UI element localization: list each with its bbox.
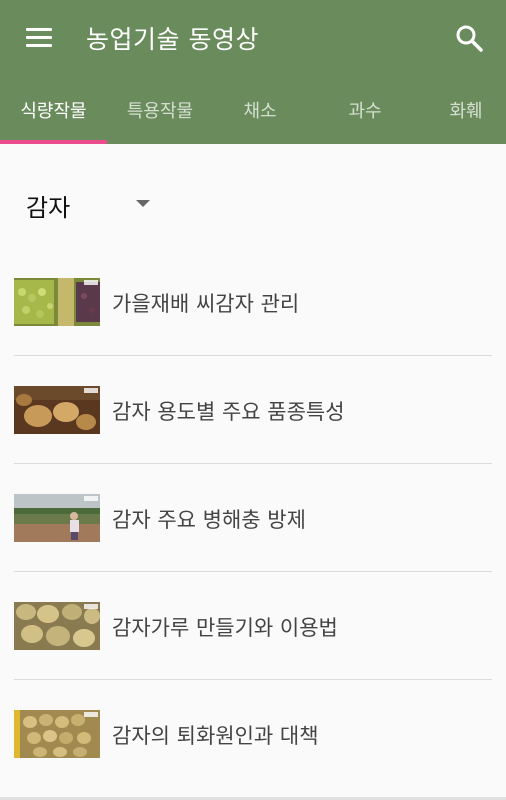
hamburger-menu-icon[interactable] — [14, 22, 64, 58]
video-title: 감자가루 만들기와 이용법 — [112, 616, 338, 640]
tab-vegetables[interactable]: 채소 — [213, 84, 307, 144]
crop-filter-dropdown[interactable]: 감자 — [14, 180, 164, 230]
video-title: 감자의 퇴화원인과 대책 — [112, 724, 319, 748]
video-thumbnail — [14, 602, 100, 650]
video-list-item[interactable]: 감자의 퇴화원인과 대책 — [14, 680, 492, 788]
tab-special-crops[interactable]: 특용작물 — [107, 84, 213, 144]
video-list: 가을재배 씨감자 관리 감자 용도별 주요 품종특성 감자 주요 병해충 방제 … — [14, 248, 492, 788]
video-title: 가을재배 씨감자 관리 — [112, 292, 300, 316]
tab-flowers[interactable]: 화훼 — [417, 84, 506, 144]
active-tab-indicator — [0, 140, 107, 144]
video-title: 감자 용도별 주요 품종특성 — [112, 400, 345, 424]
caret-down-icon — [136, 200, 150, 207]
crop-filter-value: 감자 — [26, 194, 71, 222]
video-list-item[interactable]: 감자가루 만들기와 이용법 — [14, 572, 492, 680]
video-list-item[interactable]: 감자 주요 병해충 방제 — [14, 464, 492, 572]
tab-food-crops[interactable]: 식량작물 — [0, 84, 107, 144]
video-thumbnail — [14, 494, 100, 542]
video-title: 감자 주요 병해충 방제 — [112, 508, 306, 532]
video-thumbnail — [14, 386, 100, 434]
app-title: 농업기술 동영상 — [86, 25, 259, 54]
video-thumbnail — [14, 710, 100, 758]
category-tabs: 식량작물 특용작물 채소 과수 화훼 — [0, 84, 506, 144]
app-bar: 농업기술 동영상 식량작물 특용작물 채소 과수 화훼 — [0, 0, 506, 144]
search-icon[interactable] — [450, 20, 490, 58]
video-list-item[interactable]: 가을재배 씨감자 관리 — [14, 248, 492, 356]
video-thumbnail — [14, 278, 100, 326]
tab-fruit-trees[interactable]: 과수 — [313, 84, 417, 144]
video-list-item[interactable]: 감자 용도별 주요 품종특성 — [14, 356, 492, 464]
